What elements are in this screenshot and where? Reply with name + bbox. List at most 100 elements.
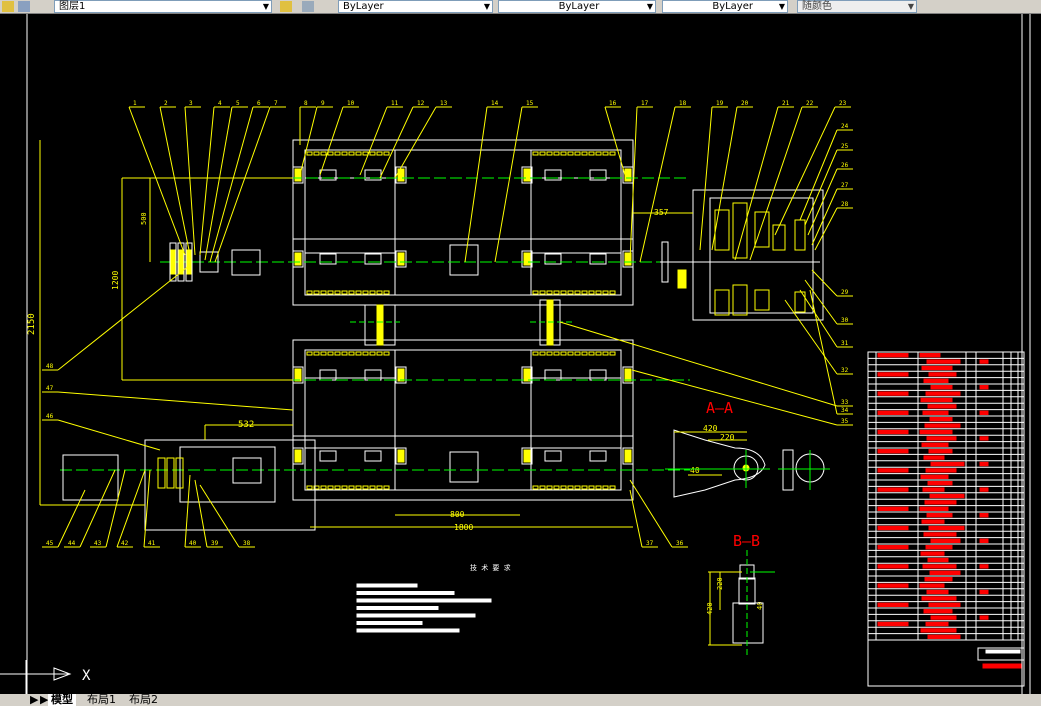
bom-cell	[877, 602, 909, 607]
hatch	[567, 290, 574, 295]
hatch	[553, 151, 560, 156]
bom-cell	[925, 621, 949, 627]
balloon-5: 5	[236, 100, 240, 107]
balloon-leader	[639, 106, 676, 263]
balloon-leader	[559, 321, 838, 407]
balloon-4: 4	[218, 100, 222, 107]
balloon-16: 16	[609, 100, 617, 107]
sprocket-fill	[170, 249, 176, 275]
balloon-leader	[199, 106, 215, 256]
plotstyle-dropdown[interactable]: 随颜色 ▼	[797, 0, 917, 13]
bom-cell	[924, 577, 953, 582]
linetype-value: ByLayer	[558, 1, 600, 12]
hatch	[609, 290, 616, 295]
hatch	[320, 485, 327, 490]
hatch	[609, 351, 616, 356]
color-dropdown[interactable]: ByLayer ▼	[338, 0, 493, 13]
hatch	[567, 351, 574, 356]
requirement-line	[356, 613, 476, 618]
balloon-44: 44	[68, 540, 76, 547]
linetype-dropdown[interactable]: ByLayer ▼	[498, 0, 656, 13]
bom-cell	[924, 500, 957, 505]
hatch	[341, 151, 348, 156]
layer-dropdown[interactable]: 图层1 ▼	[54, 0, 272, 13]
bom-cell	[922, 564, 957, 569]
bearing-fill	[624, 449, 632, 463]
part-balloons: 1 2 3 4 5 6 7 8 9 10 11 12 13 14 15 16 17 18 19 20 21 22 23242…	[42, 100, 853, 548]
hatch	[539, 290, 546, 295]
balloon-27: 27	[841, 182, 849, 189]
balloon-29: 29	[841, 289, 849, 296]
hatch	[355, 151, 362, 156]
balloon-30: 30	[841, 317, 849, 324]
hatch	[553, 351, 560, 356]
balloon-19: 19	[716, 100, 724, 107]
hatch	[532, 351, 539, 356]
tab-layout1[interactable]: 布局1	[84, 694, 119, 706]
balloon-7: 7	[274, 100, 278, 107]
requirement-line	[356, 606, 439, 610]
key	[677, 269, 687, 289]
bom-cell	[930, 538, 961, 543]
hatch	[595, 485, 602, 490]
balloon-33: 33	[841, 399, 849, 406]
balloon-15: 15	[526, 100, 534, 107]
bearing-fill	[523, 252, 531, 266]
bearing-fill	[294, 368, 302, 382]
balloon-21: 21	[782, 100, 790, 107]
sprocket-fill	[178, 249, 184, 275]
layer-previous-icon[interactable]	[302, 1, 314, 12]
bearing-fill	[294, 252, 302, 266]
section-aa-side	[782, 449, 794, 491]
balloon-leader	[79, 469, 116, 548]
reducer-inner	[709, 197, 814, 314]
make-current-layer-icon[interactable]	[280, 1, 292, 12]
balloon-11: 11	[391, 100, 399, 107]
bom-cell	[926, 589, 949, 595]
parts-list-table	[867, 351, 1025, 687]
balloon-leader	[394, 106, 437, 179]
balloon-leader	[631, 369, 838, 426]
hatch	[574, 151, 581, 156]
dim-overall-height: 2150	[27, 313, 37, 335]
requirement-line	[356, 628, 460, 633]
balloon-9: 9	[321, 100, 325, 107]
layer-manager-icon[interactable]	[18, 1, 30, 12]
reducer-gear	[754, 211, 770, 248]
balloon-24: 24	[841, 123, 849, 130]
hatch	[383, 290, 390, 295]
tab-nav-next[interactable]: ▶	[30, 694, 38, 706]
hatch	[348, 485, 355, 490]
bom-cell	[979, 589, 989, 595]
balloon-leader	[629, 479, 673, 548]
bom-cell	[979, 487, 989, 492]
lineweight-dropdown[interactable]: ByLayer ▼	[662, 0, 788, 13]
tab-model[interactable]: 模型	[48, 694, 76, 706]
bom-cell	[979, 385, 989, 390]
dim-upper-offset: 500	[140, 212, 148, 225]
lower-housing	[292, 339, 634, 501]
gear-hub	[544, 450, 562, 462]
bom-cell	[979, 564, 989, 569]
hatch	[306, 351, 313, 356]
bearing-fill	[523, 449, 531, 463]
motor-base	[144, 439, 316, 531]
bom-cell	[926, 359, 961, 364]
layer-state-icon[interactable]	[2, 1, 14, 12]
drawing-canvas[interactable]: 2150 1200 500 357 532 800 1800 123456789…	[0, 14, 1041, 694]
hatch	[581, 351, 588, 356]
hatch	[532, 290, 539, 295]
hatch	[595, 290, 602, 295]
reducer-gear	[794, 219, 806, 251]
balloon-18: 18	[679, 100, 687, 107]
tab-layout2[interactable]: 布局2	[126, 694, 161, 706]
assembly-geometry	[60, 139, 824, 531]
bom-cell	[923, 378, 949, 384]
hatch	[560, 151, 567, 156]
bom-cell	[929, 493, 965, 499]
balloon-20: 20	[741, 100, 749, 107]
hatch	[560, 485, 567, 490]
bom-cell	[877, 449, 909, 454]
chevron-down-icon: ▼	[646, 2, 653, 11]
ucs-icon: X	[0, 660, 91, 694]
